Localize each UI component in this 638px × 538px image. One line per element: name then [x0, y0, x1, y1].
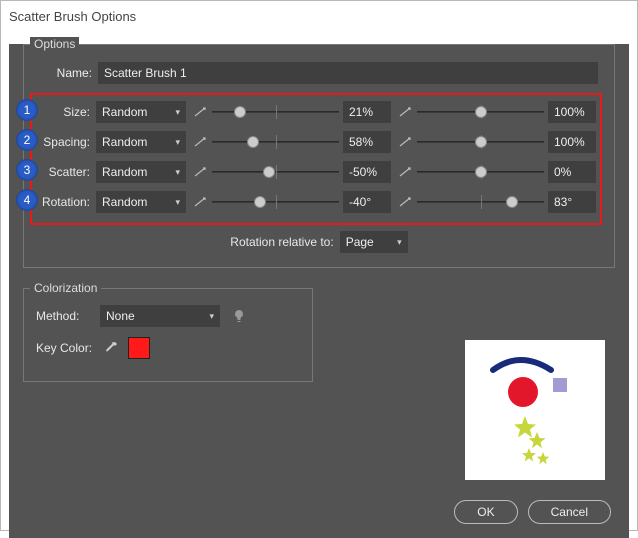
colorization-group-label: Colorization: [30, 281, 101, 295]
scatter-mode-value: Random: [102, 165, 147, 179]
options-group-label: Options: [30, 37, 79, 51]
rotation-slider-1[interactable]: [212, 191, 339, 213]
chevron-down-icon: ▾: [175, 107, 180, 118]
brush-preview: [465, 340, 605, 480]
method-select[interactable]: None ▾: [100, 305, 220, 327]
size-slider-2[interactable]: [417, 101, 544, 123]
highlighted-params: 1 2 3 4 Size: Random▾ 21% 100% Spaci: [30, 93, 602, 225]
rotation-mode-select[interactable]: Random ▾: [96, 191, 186, 213]
size-value-2[interactable]: 100%: [548, 101, 596, 123]
method-row: Method: None ▾: [36, 303, 300, 329]
spacing-mode-value: Random: [102, 135, 147, 149]
rotation-value-1[interactable]: -40°: [343, 191, 391, 213]
flip-icon[interactable]: [397, 131, 413, 153]
scatter-slider-2[interactable]: [417, 161, 544, 183]
scatter-mode-select[interactable]: Random ▾: [96, 161, 186, 183]
method-value: None: [106, 309, 135, 323]
rotation-value-2[interactable]: 83°: [548, 191, 596, 213]
spacing-slider-1[interactable]: [212, 131, 339, 153]
chevron-down-icon: ▾: [175, 167, 180, 178]
badge-1: 1: [16, 99, 38, 121]
badge-2: 2: [16, 129, 38, 151]
spacing-mode-select[interactable]: Random ▾: [96, 131, 186, 153]
size-slider-1[interactable]: [212, 101, 339, 123]
window-title: Scatter Brush Options: [9, 7, 629, 30]
flip-icon[interactable]: [192, 191, 208, 213]
size-mode-value: Random: [102, 105, 147, 119]
chevron-down-icon: ▾: [175, 197, 180, 208]
dialog-footer: OK Cancel: [454, 500, 611, 524]
flip-icon[interactable]: [192, 161, 208, 183]
rotation-mode-value: Random: [102, 195, 147, 209]
key-color-swatch[interactable]: [128, 337, 150, 359]
spacing-value-1[interactable]: 58%: [343, 131, 391, 153]
spacing-value-2[interactable]: 100%: [548, 131, 596, 153]
size-mode-select[interactable]: Random ▾: [96, 101, 186, 123]
rotation-relative-value: Page: [346, 235, 374, 249]
rotation-relative-label: Rotation relative to:: [230, 235, 333, 249]
rotation-slider-2[interactable]: [417, 191, 544, 213]
method-label: Method:: [36, 309, 96, 323]
param-row-rotation: Rotation: Random ▾ -40° 83°: [32, 189, 596, 215]
param-row-spacing: Spacing: Random ▾ 58% 100%: [32, 129, 596, 155]
size-label: Size:: [32, 105, 90, 119]
scatter-value-1[interactable]: -50%: [343, 161, 391, 183]
rotation-label: Rotation:: [32, 195, 90, 209]
flip-icon[interactable]: [397, 101, 413, 123]
spacing-slider-2[interactable]: [417, 131, 544, 153]
colorization-group: Colorization Method: None▾ Key Color:: [23, 288, 313, 382]
spacing-label: Spacing:: [32, 135, 90, 149]
tip-icon[interactable]: [228, 305, 250, 327]
dialog-body: Options Name: 1 2 3 4 Size: Random▾ 21%: [9, 44, 629, 538]
flip-icon[interactable]: [192, 131, 208, 153]
outer-frame: Scatter Brush Options Options Name: 1 2 …: [0, 0, 638, 531]
size-value-1[interactable]: 21%: [343, 101, 391, 123]
badge-3: 3: [16, 159, 38, 181]
scatter-slider-1[interactable]: [212, 161, 339, 183]
chevron-down-icon: ▾: [397, 237, 402, 248]
name-label: Name:: [36, 66, 92, 80]
flip-icon[interactable]: [397, 191, 413, 213]
badge-4: 4: [16, 189, 38, 211]
flip-icon[interactable]: [397, 161, 413, 183]
key-color-label: Key Color:: [36, 341, 96, 355]
name-row: Name:: [36, 61, 602, 85]
chevron-down-icon: ▾: [209, 311, 214, 322]
options-group: Options Name: 1 2 3 4 Size: Random▾ 21%: [23, 44, 615, 268]
param-row-scatter: Scatter: Random ▾ -50% 0%: [32, 159, 596, 185]
key-color-row: Key Color:: [36, 335, 300, 361]
flip-icon[interactable]: [192, 101, 208, 123]
cancel-button[interactable]: Cancel: [528, 500, 611, 524]
eyedropper-icon[interactable]: [100, 337, 122, 359]
rotation-relative-row: Rotation relative to: Page ▾: [36, 229, 602, 255]
rotation-relative-select[interactable]: Page ▾: [340, 231, 408, 253]
param-row-size: Size: Random ▾ 21% 100%: [32, 99, 596, 125]
chevron-down-icon: ▾: [175, 137, 180, 148]
name-input[interactable]: [98, 62, 598, 84]
ok-button[interactable]: OK: [454, 500, 517, 524]
scatter-label: Scatter:: [32, 165, 90, 179]
scatter-value-2[interactable]: 0%: [548, 161, 596, 183]
